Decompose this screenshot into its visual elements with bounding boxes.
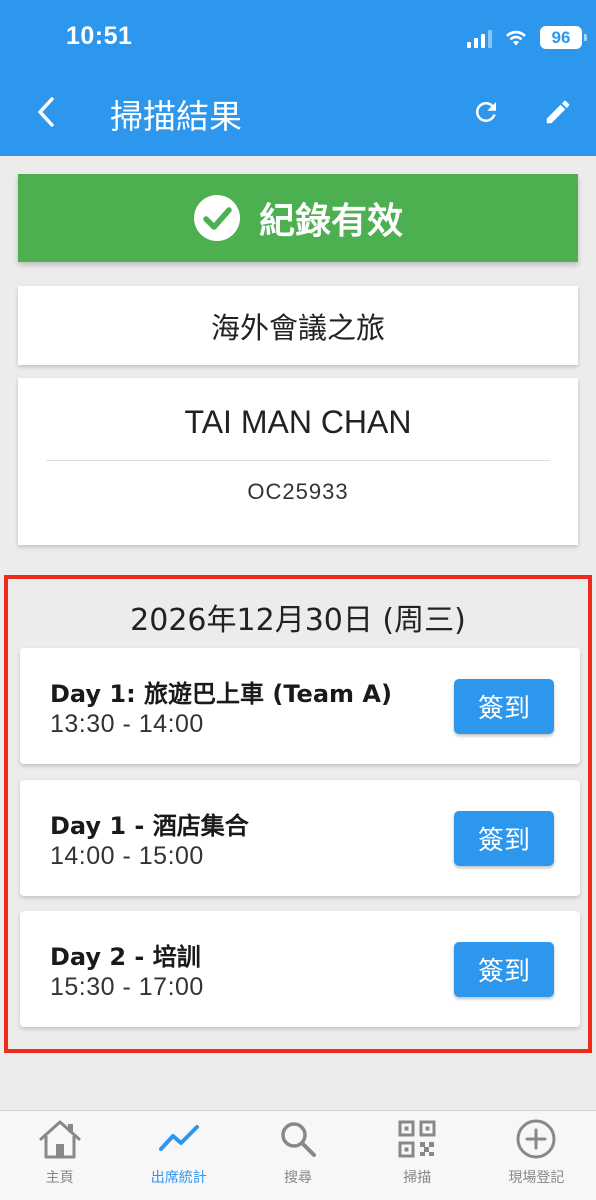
- session-time: 14:00 - 15:00: [50, 842, 204, 870]
- nav-label: 出席統計: [150, 1170, 207, 1186]
- session-time: 13:30 - 14:00: [50, 710, 204, 738]
- bottom-navigation: 主頁 出席統計 搜尋 掃描 現場登記: [0, 1110, 596, 1200]
- nav-label: 現場登記: [508, 1170, 565, 1186]
- nav-item-home[interactable]: 主頁: [0, 1111, 119, 1200]
- refresh-icon: [475, 101, 496, 122]
- home-icon: [39, 1120, 81, 1159]
- event-name: 海外會議之旅: [210, 310, 385, 345]
- edit-button[interactable]: [538, 92, 578, 132]
- session-title: Day 1: 旅遊巴上車 (Team A): [50, 680, 392, 708]
- nav-item-scan[interactable]: 掃描: [358, 1111, 477, 1200]
- validity-banner: 紀錄有效: [18, 174, 578, 262]
- session-card: Day 2 - 培訓 15:30 - 17:00 簽到: [20, 911, 580, 1027]
- status-indicators: 96: [467, 26, 587, 49]
- attendee-name: TAI MAN CHAN: [184, 404, 412, 440]
- schedule-section: 2026年12月30日 (周三) Day 1: 旅遊巴上車 (Team A) 1…: [4, 575, 592, 1053]
- chevron-left-icon: [38, 97, 54, 127]
- session-card: Day 1: 旅遊巴上車 (Team A) 13:30 - 14:00 簽到: [20, 648, 580, 764]
- attendee-card: TAI MAN CHAN OC25933: [18, 378, 578, 545]
- pencil-icon: [546, 100, 570, 124]
- nav-item-attendance-stats[interactable]: 出席統計: [119, 1111, 238, 1200]
- search-icon: [281, 1122, 316, 1157]
- add-circle-icon: [516, 1119, 556, 1159]
- check-in-button[interactable]: 簽到: [454, 942, 554, 997]
- check-in-button[interactable]: 簽到: [454, 679, 554, 734]
- app-bar: 10:51 96 掃描結果: [0, 0, 596, 156]
- schedule-date: 2026年12月30日 (周三): [130, 603, 466, 638]
- session-card: Day 1 - 酒店集合 14:00 - 15:00 簽到: [20, 780, 580, 896]
- check-circle-icon: [193, 195, 240, 241]
- nav-label: 主頁: [45, 1170, 74, 1186]
- trend-chart-icon: [158, 1125, 199, 1151]
- nav-label: 掃描: [403, 1170, 432, 1186]
- validity-label: 紀錄有效: [258, 201, 403, 242]
- wifi-icon: [506, 30, 526, 45]
- session-title: Day 1 - 酒店集合: [50, 812, 249, 840]
- nav-item-search[interactable]: 搜尋: [238, 1111, 357, 1200]
- nav-item-onsite-registration[interactable]: 現場登記: [477, 1111, 596, 1200]
- check-in-button[interactable]: 簽到: [454, 811, 554, 866]
- cellular-signal-icon: [467, 28, 492, 48]
- session-title: Day 2 - 培訓: [50, 943, 201, 971]
- page-title: 掃描結果: [110, 97, 242, 136]
- event-card: 海外會議之旅: [18, 286, 578, 365]
- back-button[interactable]: [26, 92, 66, 132]
- refresh-button[interactable]: [466, 92, 506, 132]
- attendee-code: OC25933: [247, 479, 349, 504]
- status-time: 10:51: [66, 22, 133, 50]
- session-time: 15:30 - 17:00: [50, 973, 204, 1001]
- nav-label: 搜尋: [284, 1170, 312, 1186]
- divider: [46, 460, 550, 461]
- qr-code-icon: [398, 1120, 436, 1158]
- battery-indicator: 96: [540, 26, 587, 49]
